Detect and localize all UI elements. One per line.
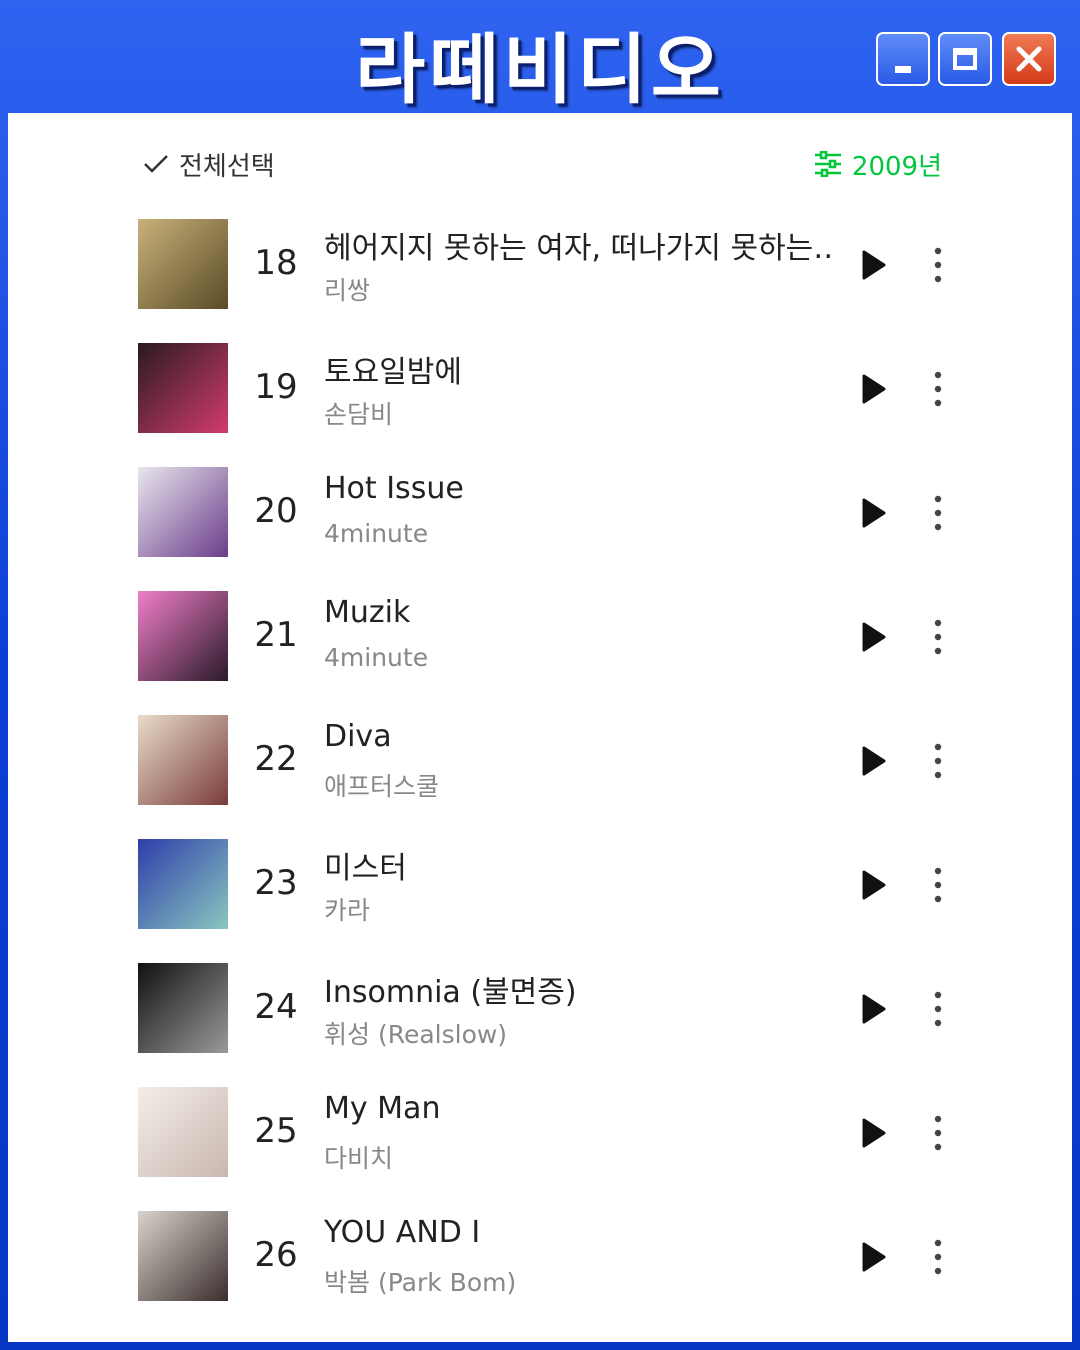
chart-list-panel: 전체선택 2009년 18 헤어지지 못하는 여자, 떠나가지 못하는… 리쌍 19 토… — [8, 113, 1072, 1342]
select-all-label: 전체선택 — [179, 151, 275, 182]
artist-name[interactable]: 리쌍 — [324, 271, 834, 307]
album-cover-image[interactable] — [138, 591, 228, 681]
year-filter-button[interactable]: 2009년 — [814, 146, 942, 182]
maximize-button[interactable] — [938, 32, 992, 86]
play-icon[interactable] — [858, 869, 888, 901]
play-icon[interactable] — [858, 1241, 888, 1273]
artist-name[interactable]: 4minute — [324, 643, 834, 672]
artist-name[interactable]: 휘성 (Realslow) — [324, 1015, 834, 1051]
artist-name[interactable]: 애프터스쿨 — [324, 767, 834, 803]
album-cover-image[interactable] — [138, 715, 228, 805]
play-icon[interactable] — [858, 373, 888, 405]
song-title[interactable]: 토요일밤에 — [324, 347, 834, 391]
select-all-button[interactable]: 전체선택 — [143, 146, 275, 182]
song-row[interactable]: 22 Diva 애프터스쿨 — [138, 715, 958, 807]
song-title[interactable]: Insomnia (불면증) — [324, 967, 834, 1011]
rank-number: 26 — [254, 1235, 298, 1275]
more-options-icon[interactable] — [926, 741, 950, 781]
artist-name[interactable]: 손담비 — [324, 395, 834, 431]
play-icon[interactable] — [858, 993, 888, 1025]
more-options-icon[interactable] — [926, 1113, 950, 1153]
more-options-icon[interactable] — [926, 617, 950, 657]
song-row[interactable]: 21 Muzik 4minute — [138, 591, 958, 683]
rank-number: 22 — [254, 739, 298, 779]
app-window: 라떼비디오 전체선택 2009년 18 헤어지지 못하는 여자, 떠나가지 못하… — [0, 0, 1080, 1350]
rank-number: 18 — [254, 243, 298, 283]
album-cover-image[interactable] — [138, 467, 228, 557]
artist-name[interactable]: 다비치 — [324, 1139, 834, 1175]
artist-name[interactable]: 박봄 (Park Bom) — [324, 1263, 834, 1299]
album-cover-image[interactable] — [138, 963, 228, 1053]
filter-year-label: 2009년 — [851, 151, 942, 182]
close-button[interactable] — [1002, 32, 1056, 86]
more-options-icon[interactable] — [926, 989, 950, 1029]
album-cover-image[interactable] — [138, 219, 228, 309]
checkmark-icon — [144, 155, 168, 173]
rank-number: 25 — [254, 1111, 298, 1151]
play-icon[interactable] — [858, 249, 888, 281]
song-row[interactable]: 19 토요일밤에손담비 — [138, 343, 958, 435]
play-icon[interactable] — [858, 1117, 888, 1149]
song-title[interactable]: YOU AND I — [324, 1215, 834, 1250]
more-options-icon[interactable] — [926, 245, 950, 285]
rank-number: 20 — [254, 491, 298, 531]
album-cover-image[interactable] — [138, 1087, 228, 1177]
song-title[interactable]: Muzik — [324, 595, 834, 630]
more-options-icon[interactable] — [926, 1237, 950, 1277]
song-title[interactable]: My Man — [324, 1091, 834, 1126]
song-row[interactable]: 23 미스터카라 — [138, 839, 958, 931]
minimize-icon — [895, 65, 911, 73]
song-row[interactable]: 20 Hot Issue 4minute — [138, 467, 958, 559]
more-options-icon[interactable] — [926, 493, 950, 533]
rank-number: 23 — [254, 863, 298, 903]
title-bar[interactable]: 라떼비디오 — [0, 0, 1080, 114]
play-icon[interactable] — [858, 621, 888, 653]
album-cover-image[interactable] — [138, 1211, 228, 1301]
more-options-icon[interactable] — [926, 369, 950, 409]
minimize-button[interactable] — [876, 32, 930, 86]
album-cover-image[interactable] — [138, 343, 228, 433]
song-title[interactable]: 헤어지지 못하는 여자, 떠나가지 못하는… — [324, 223, 834, 267]
play-icon[interactable] — [858, 497, 888, 529]
song-row[interactable]: 25 My Man 다비치 — [138, 1087, 958, 1179]
sliders-icon — [814, 151, 841, 177]
song-row[interactable]: 26 YOU AND I 박봄 (Park Bom) — [138, 1211, 958, 1303]
close-icon — [1016, 46, 1042, 72]
more-options-icon[interactable] — [926, 865, 950, 905]
rank-number: 24 — [254, 987, 298, 1027]
song-title[interactable]: Hot Issue — [324, 471, 834, 506]
song-title[interactable]: 미스터 — [324, 843, 834, 887]
maximize-icon — [953, 48, 977, 70]
play-icon[interactable] — [858, 745, 888, 777]
song-title[interactable]: Diva — [324, 719, 834, 754]
rank-number: 19 — [254, 367, 298, 407]
artist-name[interactable]: 카라 — [324, 891, 834, 927]
album-cover-image[interactable] — [138, 839, 228, 929]
song-row[interactable]: 18 헤어지지 못하는 여자, 떠나가지 못하는… 리쌍 — [138, 219, 958, 311]
rank-number: 21 — [254, 615, 298, 655]
song-row[interactable]: 24 Insomnia (불면증) 휘성 (Realslow) — [138, 963, 958, 1055]
artist-name[interactable]: 4minute — [324, 519, 834, 548]
